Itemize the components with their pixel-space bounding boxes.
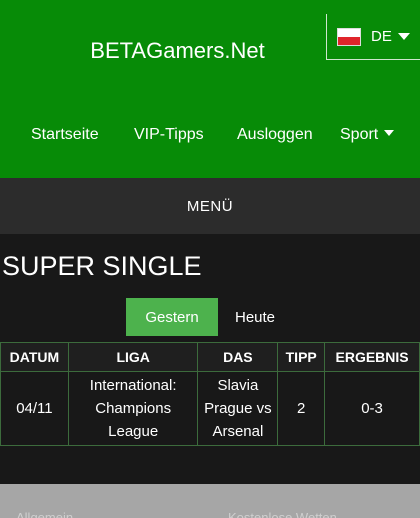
- column-header-datum: DATUM: [0, 342, 69, 372]
- footer-label-allgemein: Allgemein: [16, 510, 74, 518]
- footer: Allgemein Kostenlose Wetten: [0, 484, 420, 518]
- footer-column-left: Allgemein: [0, 484, 210, 518]
- column-header-ergebnis: ERGEBNIS: [324, 342, 420, 372]
- nav-item-startseite[interactable]: Startseite: [31, 126, 99, 144]
- chevron-down-icon: [397, 33, 410, 40]
- cell-liga: International: Champions League: [67, 371, 199, 446]
- tab-gestern[interactable]: Gestern: [126, 298, 218, 336]
- footer-column-right: Kostenlose Wetten: [212, 484, 420, 518]
- cell-das: Slavia Prague vs Arsenal: [197, 371, 279, 446]
- chevron-down-icon: [384, 130, 395, 136]
- page-title: SUPER SINGLE: [2, 251, 202, 281]
- day-tabs: Gestern Heute: [0, 298, 420, 338]
- tab-heute[interactable]: Heute: [222, 298, 288, 336]
- column-header-tipp: TIPP: [277, 342, 326, 372]
- tips-table: DATUM LIGA DAS TIPP ERGEBNIS 04/11 Inter…: [0, 342, 420, 446]
- cell-datum: 04/11: [0, 371, 69, 446]
- language-code: DE: [371, 28, 392, 45]
- main-nav: Startseite VIP-Tipps Ausloggen Sport: [0, 126, 420, 152]
- column-header-liga: LIGA: [67, 342, 199, 372]
- language-selector[interactable]: DE: [326, 14, 420, 60]
- cell-tipp: 2: [277, 371, 326, 446]
- cell-ergebnis: 0-3: [324, 371, 420, 446]
- table-header-row: DATUM LIGA DAS TIPP ERGEBNIS: [0, 342, 420, 372]
- column-header-das: DAS: [197, 342, 279, 372]
- nav-item-sport[interactable]: Sport: [340, 126, 395, 144]
- nav-item-ausloggen[interactable]: Ausloggen: [237, 126, 313, 144]
- menu-toggle[interactable]: MENÜ: [0, 178, 420, 234]
- table-row: 04/11 International: Champions League Sl…: [0, 371, 420, 446]
- footer-label-kostenlose-wetten: Kostenlose Wetten: [228, 510, 337, 518]
- nav-item-sport-label: Sport: [340, 126, 379, 143]
- site-header: BETAGamers.Net DE Startseite VIP-Tipps A…: [0, 0, 420, 178]
- nav-item-vip-tipps[interactable]: VIP-Tipps: [134, 126, 204, 144]
- german-flag-icon: [337, 27, 361, 46]
- site-title[interactable]: BETAGamers.Net: [0, 38, 355, 64]
